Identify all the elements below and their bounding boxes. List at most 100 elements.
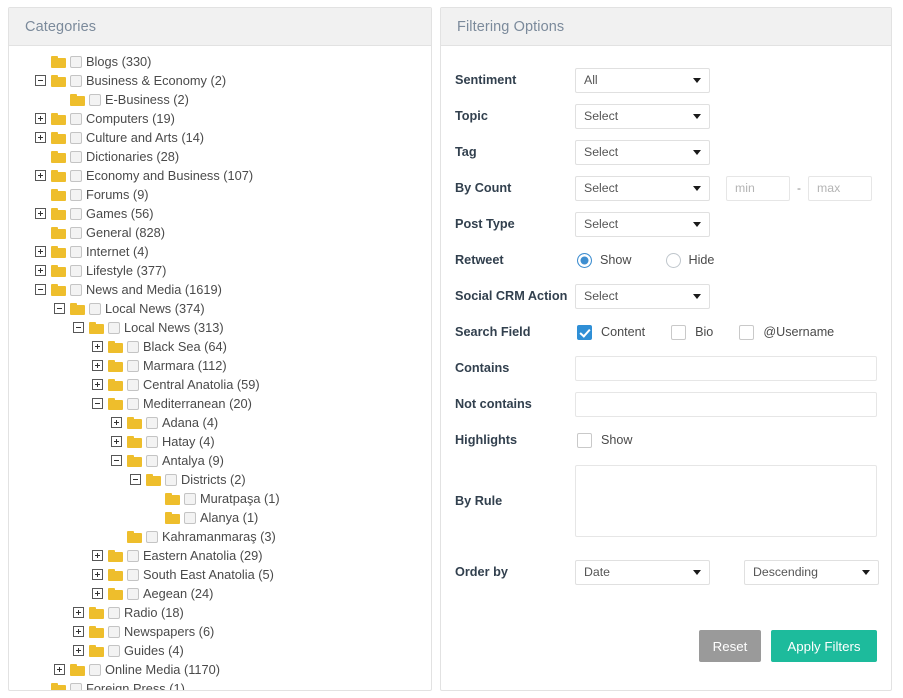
search-field-username-option[interactable]: @Username — [739, 324, 834, 340]
category-checkbox[interactable] — [146, 416, 158, 429]
expand-icon[interactable] — [73, 626, 84, 637]
order-by-direction-select[interactable]: Descending — [744, 559, 879, 585]
expand-icon[interactable] — [92, 569, 103, 580]
tree-node[interactable]: Districts (2) — [9, 470, 431, 489]
expand-icon[interactable] — [73, 645, 84, 656]
expand-icon[interactable] — [92, 550, 103, 561]
category-checkbox[interactable] — [127, 340, 139, 353]
expand-icon[interactable] — [35, 208, 46, 219]
category-checkbox[interactable] — [70, 245, 82, 258]
radio-on-icon[interactable] — [577, 252, 592, 268]
category-checkbox[interactable] — [146, 435, 158, 448]
tree-node[interactable]: Kahramanmaraş (3) — [9, 527, 431, 546]
expand-icon[interactable] — [92, 360, 103, 371]
tree-node[interactable]: Hatay (4) — [9, 432, 431, 451]
expand-icon[interactable] — [35, 265, 46, 276]
category-checkbox[interactable] — [146, 530, 158, 543]
tree-node[interactable]: Antalya (9) — [9, 451, 431, 470]
retweet-hide-option[interactable]: Hide — [665, 252, 714, 268]
category-checkbox[interactable] — [127, 397, 139, 410]
checkbox-checked-icon[interactable] — [577, 324, 592, 340]
checkbox-unchecked-icon[interactable] — [577, 432, 592, 448]
expand-icon[interactable] — [54, 664, 65, 675]
collapse-icon[interactable] — [73, 322, 84, 333]
tree-node[interactable]: Lifestyle (377) — [9, 261, 431, 280]
expand-icon[interactable] — [111, 436, 122, 447]
category-checkbox[interactable] — [127, 359, 139, 372]
category-checkbox[interactable] — [70, 131, 82, 144]
tree-node[interactable]: Blogs (330) — [9, 52, 431, 71]
category-checkbox[interactable] — [70, 207, 82, 220]
category-checkbox[interactable] — [89, 302, 101, 315]
tree-node[interactable]: South East Anatolia (5) — [9, 565, 431, 584]
category-checkbox[interactable] — [70, 682, 82, 690]
tree-node[interactable]: Online Media (1170) — [9, 660, 431, 679]
category-checkbox[interactable] — [108, 625, 120, 638]
retweet-show-option[interactable]: Show — [577, 252, 632, 268]
highlights-show-option[interactable]: Show — [577, 432, 633, 448]
category-checkbox[interactable] — [70, 226, 82, 239]
collapse-icon[interactable] — [35, 75, 46, 86]
tree-node[interactable]: Forums (9) — [9, 185, 431, 204]
expand-icon[interactable] — [92, 341, 103, 352]
by-count-min-input[interactable] — [726, 175, 790, 201]
tree-node[interactable]: Games (56) — [9, 204, 431, 223]
tree-node[interactable]: Dictionaries (28) — [9, 147, 431, 166]
expand-icon[interactable] — [92, 588, 103, 599]
not-contains-input[interactable] — [575, 391, 877, 417]
tree-node[interactable]: Business & Economy (2) — [9, 71, 431, 90]
collapse-icon[interactable] — [111, 455, 122, 466]
category-checkbox[interactable] — [108, 321, 120, 334]
tree-node[interactable]: Economy and Business (107) — [9, 166, 431, 185]
tag-select[interactable]: Select — [575, 139, 710, 165]
tree-node[interactable]: Aegean (24) — [9, 584, 431, 603]
social-crm-action-select[interactable]: Select — [575, 283, 710, 309]
category-checkbox[interactable] — [70, 188, 82, 201]
category-checkbox[interactable] — [184, 511, 196, 524]
expand-icon[interactable] — [35, 132, 46, 143]
tree-node[interactable]: General (828) — [9, 223, 431, 242]
tree-node[interactable]: Black Sea (64) — [9, 337, 431, 356]
topic-select[interactable]: Select — [575, 103, 710, 129]
contains-input[interactable] — [575, 355, 877, 381]
radio-off-icon[interactable] — [665, 252, 681, 268]
collapse-icon[interactable] — [54, 303, 65, 314]
category-checkbox[interactable] — [127, 549, 139, 562]
category-checkbox[interactable] — [127, 587, 139, 600]
category-checkbox[interactable] — [70, 150, 82, 163]
search-field-bio-option[interactable]: Bio — [671, 324, 713, 340]
category-checkbox[interactable] — [146, 454, 158, 467]
post-type-select[interactable]: Select — [575, 211, 710, 237]
category-checkbox[interactable] — [70, 55, 82, 68]
category-checkbox[interactable] — [70, 264, 82, 277]
by-count-max-input[interactable] — [808, 175, 872, 201]
category-checkbox[interactable] — [184, 492, 196, 505]
search-field-content-option[interactable]: Content — [577, 324, 645, 340]
category-checkbox[interactable] — [108, 644, 120, 657]
expand-icon[interactable] — [35, 246, 46, 257]
tree-node[interactable]: Internet (4) — [9, 242, 431, 261]
tree-node[interactable]: Foreign Press (1) — [9, 679, 431, 690]
tree-node[interactable]: Local News (374) — [9, 299, 431, 318]
tree-node[interactable]: Radio (18) — [9, 603, 431, 622]
reset-button[interactable]: Reset — [699, 630, 761, 662]
tree-node[interactable]: Adana (4) — [9, 413, 431, 432]
checkbox-unchecked-icon[interactable] — [739, 324, 755, 340]
tree-node[interactable]: Computers (19) — [9, 109, 431, 128]
expand-icon[interactable] — [111, 417, 122, 428]
category-checkbox[interactable] — [127, 568, 139, 581]
category-checkbox[interactable] — [70, 169, 82, 182]
order-by-field-select[interactable]: Date — [575, 559, 710, 585]
checkbox-unchecked-icon[interactable] — [671, 324, 687, 340]
tree-node[interactable]: Central Anatolia (59) — [9, 375, 431, 394]
by-rule-textarea[interactable] — [575, 465, 877, 537]
tree-node[interactable]: Newspapers (6) — [9, 622, 431, 641]
tree-node[interactable]: Marmara (112) — [9, 356, 431, 375]
sentiment-select[interactable]: All — [575, 67, 710, 93]
category-tree[interactable]: Blogs (330) Business & Economy (2) E-Busin… — [9, 46, 431, 690]
expand-icon[interactable] — [73, 607, 84, 618]
category-checkbox[interactable] — [70, 74, 82, 87]
tree-node[interactable]: E-Business (2) — [9, 90, 431, 109]
category-checkbox[interactable] — [70, 283, 82, 296]
tree-node[interactable]: Alanya (1) — [9, 508, 431, 527]
